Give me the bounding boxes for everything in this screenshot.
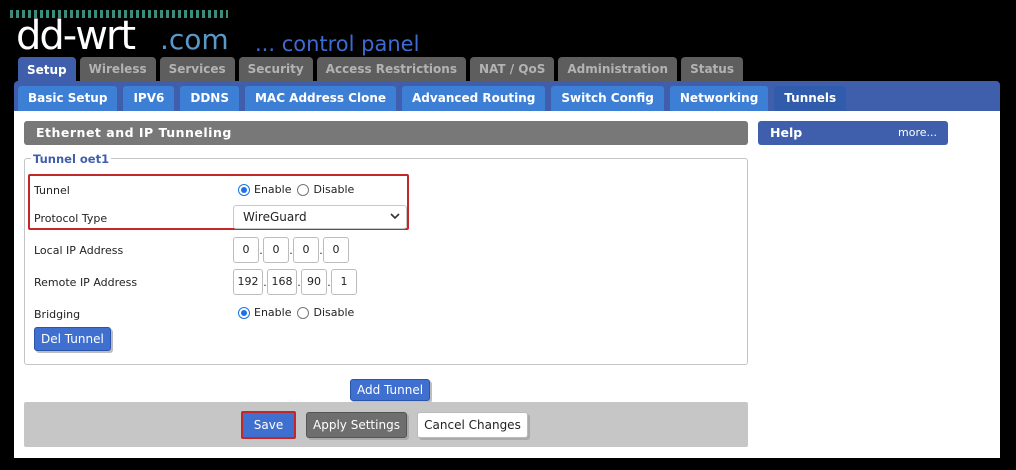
tab-administration[interactable]: Administration [558, 57, 678, 81]
remote-ip-octet-2[interactable]: 168 [267, 269, 297, 295]
del-tunnel-button[interactable]: Del Tunnel [34, 327, 111, 351]
subtab-ipv6[interactable]: IPV6 [123, 86, 175, 111]
logo-domain: .com [160, 23, 229, 56]
local-ip-label: Local IP Address [34, 244, 124, 257]
protocol-type-value: WireGuard [243, 210, 307, 224]
tunnel-radio-group: Enable Disable [238, 183, 360, 196]
tab-nat-qos[interactable]: NAT / QoS [469, 57, 555, 81]
tab-status[interactable]: Status [681, 57, 743, 81]
tunnel-label: Tunnel [34, 184, 70, 197]
add-tunnel-button[interactable]: Add Tunnel [350, 379, 431, 401]
tunnel-fieldset: Tunnel oet1 Tunnel Enable Disable Protoc… [24, 152, 748, 365]
bridging-radio-group: Enable Disable [238, 306, 360, 319]
local-ip-input: 0 . 0 . 0 . 0 [233, 237, 349, 263]
tab-setup[interactable]: Setup [18, 57, 76, 84]
remote-ip-octet-3[interactable]: 90 [301, 269, 327, 295]
tab-security[interactable]: Security [238, 57, 313, 81]
local-ip-octet-3[interactable]: 0 [293, 237, 319, 263]
help-box: Help more... [758, 121, 948, 145]
bridging-disable-label: Disable [313, 306, 355, 319]
bridging-enable-radio[interactable] [238, 306, 250, 319]
apply-settings-button[interactable]: Apply Settings [306, 412, 407, 438]
cancel-changes-button[interactable]: Cancel Changes [417, 412, 528, 438]
subtab-mac-address-clone[interactable]: MAC Address Clone [244, 86, 397, 111]
section-title: Ethernet and IP Tunneling [24, 121, 748, 145]
local-ip-octet-2[interactable]: 0 [263, 237, 289, 263]
save-button[interactable]: Save [241, 411, 296, 439]
subtab-basic-setup[interactable]: Basic Setup [18, 86, 118, 111]
bridging-label: Bridging [34, 308, 81, 321]
subtab-advanced-routing[interactable]: Advanced Routing [402, 86, 546, 111]
help-more-link[interactable]: more... [898, 121, 937, 145]
subtab-networking[interactable]: Networking [669, 86, 769, 111]
main-tabs: Setup Wireless Services Security Access … [18, 57, 743, 84]
subtab-ddns[interactable]: DDNS [180, 86, 239, 111]
local-ip-octet-1[interactable]: 0 [233, 237, 259, 263]
action-bar: Save Apply Settings Cancel Changes [24, 402, 748, 447]
chevron-down-icon [390, 206, 400, 236]
remote-ip-label: Remote IP Address [34, 276, 138, 289]
tunnel-legend: Tunnel oet1 [31, 152, 112, 166]
bridging-disable-radio[interactable] [297, 306, 310, 319]
remote-ip-input: 192 . 168 . 90 . 1 [233, 269, 357, 295]
subtab-tunnels[interactable]: Tunnels [774, 86, 847, 111]
local-ip-octet-4[interactable]: 0 [323, 237, 349, 263]
logo-subtitle: ... control panel [255, 32, 420, 56]
subtab-switch-config[interactable]: Switch Config [551, 86, 664, 111]
tunnel-disable-radio[interactable] [297, 183, 310, 196]
logo-brand: dd-wrt [16, 13, 136, 59]
tab-access-restrictions[interactable]: Access Restrictions [316, 57, 466, 81]
help-title: Help [770, 125, 803, 140]
sub-tabs: Basic Setup IPV6 DDNS MAC Address Clone … [18, 86, 847, 111]
remote-ip-octet-4[interactable]: 1 [331, 269, 357, 295]
tab-services[interactable]: Services [159, 57, 235, 81]
bridging-enable-label: Enable [254, 306, 292, 319]
tunnel-enable-label: Enable [254, 183, 292, 196]
remote-ip-octet-1[interactable]: 192 [233, 269, 263, 295]
protocol-type-select[interactable]: WireGuard [233, 205, 407, 229]
content-panel: Ethernet and IP Tunneling Help more... T… [14, 111, 1000, 458]
tab-wireless[interactable]: Wireless [79, 57, 156, 81]
tunnel-enable-radio[interactable] [238, 183, 250, 196]
tunnel-disable-label: Disable [313, 183, 355, 196]
protocol-type-label: Protocol Type [34, 212, 108, 225]
